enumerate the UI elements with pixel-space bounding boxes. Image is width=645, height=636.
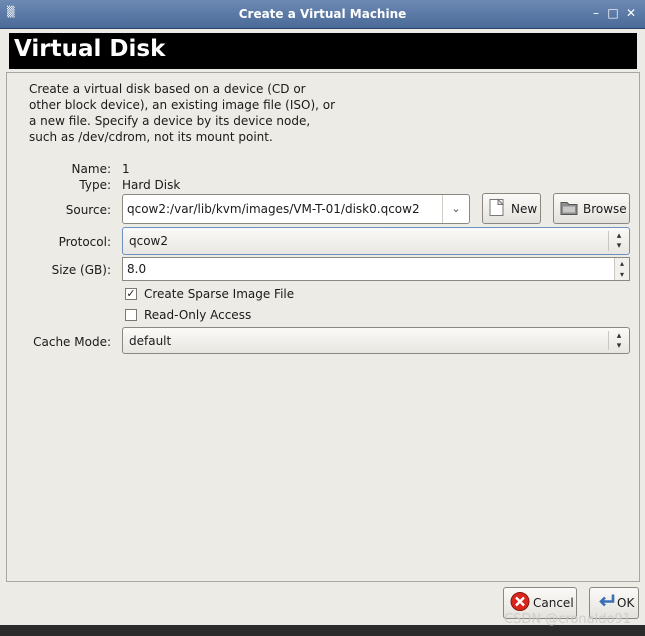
title-bar: ▒ Create a Virtual Machine – □ ✕ bbox=[0, 0, 645, 29]
updown-arrows-icon: ▴ ▾ bbox=[608, 231, 629, 251]
updown-arrows-icon: ▴ ▾ bbox=[608, 331, 629, 351]
new-file-icon bbox=[489, 197, 505, 219]
page-title: Virtual Disk bbox=[14, 36, 166, 62]
description: Create a virtual disk based on a device … bbox=[29, 81, 349, 145]
description-line: a new file. Specify a device by its devi… bbox=[29, 114, 311, 128]
source-combo[interactable]: qcow2:/var/lib/kvm/images/VM-T-01/disk0.… bbox=[122, 194, 470, 224]
type-value: Hard Disk bbox=[122, 178, 181, 192]
cache-mode-value: default bbox=[129, 333, 172, 348]
cancel-button-label: Cancel bbox=[533, 596, 574, 610]
size-label: Size (GB): bbox=[51, 263, 111, 277]
protocol-value: qcow2 bbox=[129, 234, 169, 248]
watermark: CSDN @cronaldo91 bbox=[504, 612, 631, 627]
type-label: Type: bbox=[79, 178, 111, 192]
maximize-icon[interactable]: □ bbox=[605, 5, 621, 21]
size-spinbox[interactable]: 8.0 ▴ ▾ bbox=[122, 257, 630, 281]
cache-mode-select[interactable]: default ▴ ▾ bbox=[122, 327, 630, 354]
enter-arrow-icon bbox=[596, 593, 616, 614]
browse-button-label: Browse bbox=[583, 201, 627, 216]
ok-button-label: OK bbox=[617, 596, 635, 610]
folder-icon bbox=[560, 199, 578, 218]
browse-button[interactable]: Browse bbox=[553, 193, 630, 224]
source-label: Source: bbox=[65, 203, 111, 217]
sparse-checkbox-label[interactable]: Create Sparse Image File bbox=[144, 287, 294, 301]
readonly-checkbox-label[interactable]: Read-Only Access bbox=[144, 308, 251, 322]
new-button[interactable]: New bbox=[482, 193, 541, 224]
spin-up-icon[interactable]: ▴ bbox=[614, 258, 629, 269]
sparse-checkbox[interactable]: ✓ bbox=[125, 288, 137, 300]
dialog-body: Virtual Disk Create a virtual disk based… bbox=[0, 29, 645, 625]
size-value[interactable]: 8.0 bbox=[127, 262, 146, 276]
spin-down-icon[interactable]: ▾ bbox=[614, 269, 629, 280]
description-line: such as /dev/cdrom, not its mount point. bbox=[29, 130, 273, 144]
readonly-checkbox[interactable] bbox=[125, 309, 137, 321]
cache-mode-label: Cache Mode: bbox=[33, 335, 111, 349]
window-title: Create a Virtual Machine bbox=[238, 7, 407, 21]
new-button-label: New bbox=[511, 201, 538, 216]
protocol-select[interactable]: qcow2 ▴ ▾ bbox=[122, 227, 630, 255]
description-line: Create a virtual disk based on a device … bbox=[29, 82, 306, 96]
name-label: Name: bbox=[71, 162, 111, 176]
page-header: Virtual Disk bbox=[9, 33, 637, 69]
minimize-icon[interactable]: – bbox=[588, 5, 604, 21]
name-value: 1 bbox=[122, 162, 130, 176]
description-line: other block device), an existing image f… bbox=[29, 98, 336, 112]
protocol-label: Protocol: bbox=[58, 235, 111, 249]
chevron-down-icon[interactable]: ⌄ bbox=[442, 195, 469, 223]
source-value[interactable]: qcow2:/var/lib/kvm/images/VM-T-01/disk0.… bbox=[127, 202, 420, 216]
close-icon[interactable]: ✕ bbox=[623, 5, 639, 21]
